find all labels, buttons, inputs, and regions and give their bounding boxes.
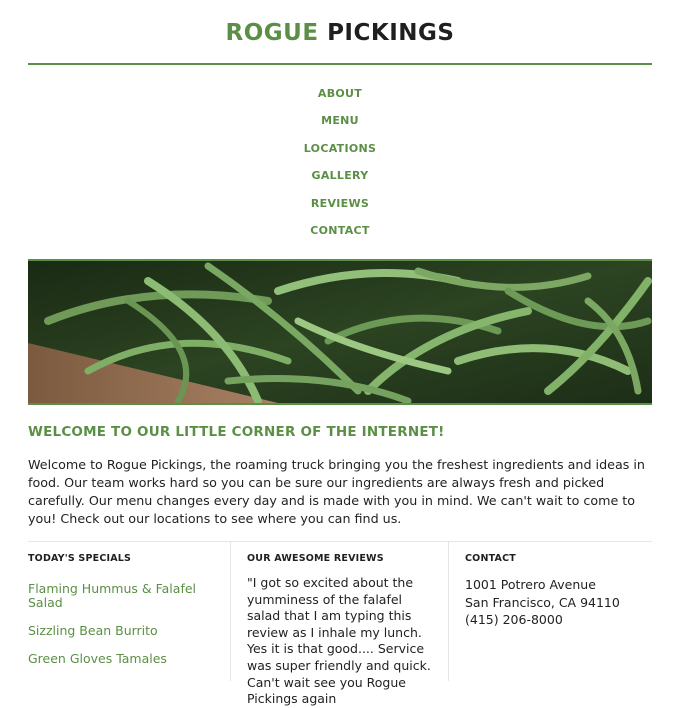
- welcome-title: WELCOME TO OUR LITTLE CORNER OF THE INTE…: [28, 424, 445, 440]
- contact-heading: CONTACT: [465, 553, 516, 564]
- nav-item-locations[interactable]: LOCATIONS: [0, 141, 680, 168]
- contact-city: San Francisco, CA 94110: [465, 594, 620, 610]
- reviews-column: OUR AWESOME REVIEWS "I got so excited ab…: [230, 542, 448, 706]
- brand-second-word: PICKINGS: [327, 20, 455, 46]
- brand-first-word: ROGUE: [225, 20, 319, 46]
- specials-column: TODAY'S SPECIALS Flaming Hummus & Falafe…: [28, 542, 230, 681]
- info-columns: TODAY'S SPECIALS Flaming Hummus & Falafe…: [28, 541, 652, 706]
- review-quote: "I got so excited about the yumminess of…: [247, 575, 431, 707]
- green-beans-photo: [28, 261, 652, 403]
- site-logo[interactable]: ROGUE PICKINGS: [0, 20, 680, 46]
- nav-item-menu[interactable]: MENU: [0, 113, 680, 140]
- main-nav: ABOUT MENU LOCATIONS GALLERY REVIEWS CON…: [0, 86, 680, 250]
- nav-item-gallery[interactable]: GALLERY: [0, 168, 680, 195]
- contact-street: 1001 Potrero Avenue: [465, 577, 596, 592]
- page: ROGUE PICKINGS ABOUT MENU LOCATIONS GALL…: [0, 0, 680, 706]
- welcome-body: Welcome to Rogue Pickings, the roaming t…: [28, 457, 645, 526]
- contact-column: CONTACT 1001 Potrero Avenue San Francisc…: [448, 542, 652, 681]
- special-item[interactable]: Green Gloves Tamales: [28, 652, 230, 666]
- nav-item-about[interactable]: ABOUT: [0, 86, 680, 113]
- specials-heading: TODAY'S SPECIALS: [28, 553, 132, 564]
- hero-image: [28, 259, 652, 405]
- contact-phone[interactable]: (415) 206-8000: [465, 611, 652, 629]
- nav-item-contact[interactable]: CONTACT: [0, 223, 680, 250]
- special-item[interactable]: Flaming Hummus & Falafel Salad: [28, 582, 230, 610]
- reviews-heading: OUR AWESOME REVIEWS: [247, 553, 384, 564]
- special-item[interactable]: Sizzling Bean Burrito: [28, 624, 230, 638]
- nav-item-reviews[interactable]: REVIEWS: [0, 196, 680, 223]
- header-divider: [28, 63, 652, 65]
